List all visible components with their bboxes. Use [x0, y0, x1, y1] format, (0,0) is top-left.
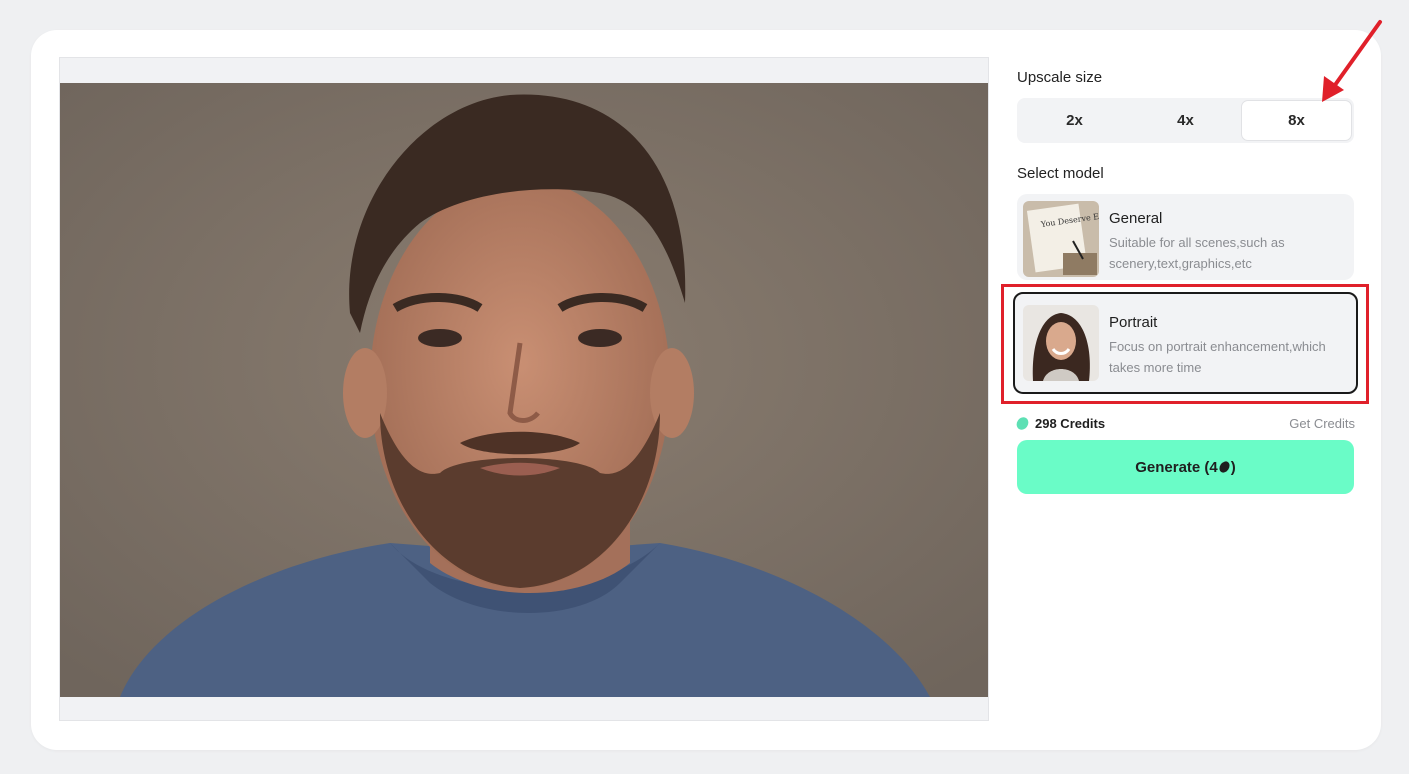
portrait-model-thumbnail	[1023, 305, 1099, 381]
portrait-model-description: Focus on portrait enhancement,which take…	[1109, 339, 1326, 375]
portrait-model-title: Portrait	[1109, 314, 1158, 331]
upscaler-card: Upscale size 2x 4x 8x Select model You D…	[31, 30, 1381, 750]
generate-label-prefix: Generate (4	[1135, 458, 1218, 476]
upscale-4x-button[interactable]: 4x	[1130, 100, 1241, 141]
generate-button[interactable]: Generate (4 )	[1017, 440, 1354, 494]
upscale-size-selector: 2x 4x 8x	[1017, 98, 1354, 143]
model-option-portrait[interactable]: Portrait Focus on portrait enhancement,w…	[1013, 292, 1358, 394]
upscale-size-label: Upscale size	[1017, 69, 1103, 86]
select-model-label: Select model	[1017, 165, 1104, 182]
general-model-title: General	[1109, 210, 1163, 227]
general-model-thumbnail: You Deserve Each Other	[1023, 201, 1099, 277]
credits-amount: 298 Credits	[1035, 416, 1106, 431]
uploaded-photo	[60, 83, 988, 697]
generate-label-suffix: )	[1230, 458, 1236, 476]
settings-sidebar: Upscale size 2x 4x 8x Select model You D…	[1001, 30, 1369, 750]
annotation-arrow-icon	[1322, 20, 1382, 102]
credit-bean-icon	[1217, 459, 1232, 475]
credits-balance: 298 Credits	[1014, 415, 1106, 432]
model-option-general[interactable]: You Deserve Each Other General Suitable …	[1017, 194, 1354, 280]
image-preview-panel	[59, 57, 989, 721]
upscale-2x-button[interactable]: 2x	[1019, 100, 1130, 141]
get-credits-link[interactable]: Get Credits	[1289, 416, 1355, 431]
general-model-description: Suitable for all scenes,such as scenery,…	[1109, 235, 1285, 271]
credit-bean-icon	[1014, 415, 1031, 432]
